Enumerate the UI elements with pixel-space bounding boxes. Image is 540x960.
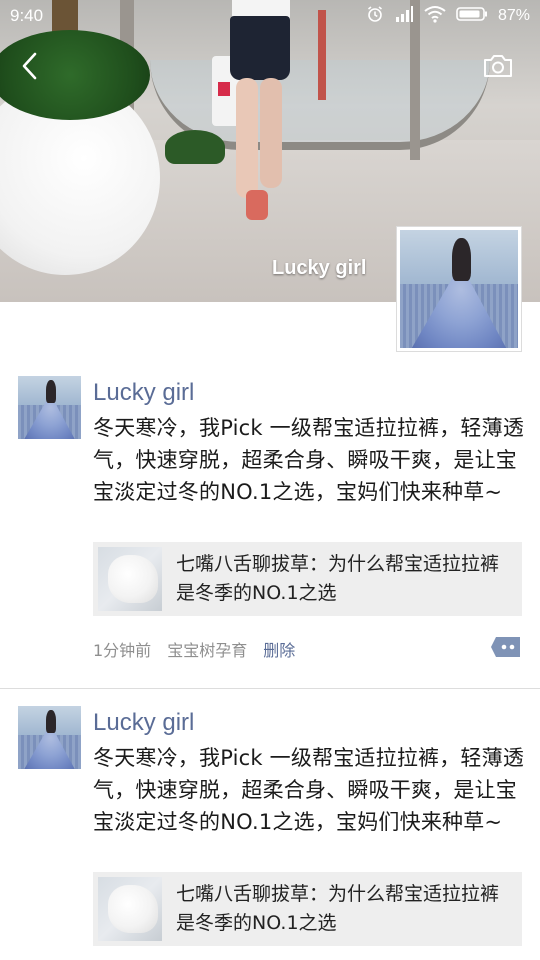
camera-button[interactable] [478,48,518,88]
status-bar: 9:40 87% [0,0,540,32]
post-text: 冬天寒冷，我Pick 一级帮宝适拉拉裤，轻薄透气，快速穿脱，超柔合身、瞬吸干爽，… [93,746,525,834]
battery-icon [456,6,488,26]
alarm-icon [366,5,384,27]
avatar-image [400,230,518,348]
shared-link-card[interactable]: 七嘴八舌聊拔草：为什么帮宝适拉拉裤是冬季的NO.1之选 [93,872,522,946]
cover-person [220,0,300,230]
post-divider [0,688,540,689]
post-author[interactable]: Lucky girl [93,708,194,738]
link-thumbnail [98,877,162,941]
post-meta: 1分钟前 宝宝树孕育 删除 [93,640,295,662]
profile-name: Lucky girl [272,257,367,279]
post-text: 冬天寒冷，我Pick 一级帮宝适拉拉裤，轻薄透气，快速穿脱，超柔合身、瞬吸干爽，… [93,416,525,504]
post-avatar[interactable] [18,376,81,439]
comment-dots-icon [490,636,522,662]
back-button[interactable] [10,48,50,88]
link-title: 七嘴八舌聊拔草：为什么帮宝适拉拉裤是冬季的NO.1之选 [176,883,500,934]
status-time: 9:40 [10,6,44,25]
post-avatar[interactable] [18,706,81,769]
link-thumbnail [98,547,162,611]
chevron-left-icon [20,51,40,85]
wifi-icon [424,5,446,27]
delete-link[interactable]: 删除 [263,640,295,662]
post-time: 1分钟前 [93,641,152,660]
hd-signal-icon [394,5,414,27]
profile-avatar[interactable] [396,226,522,352]
link-title: 七嘴八舌聊拔草：为什么帮宝适拉拉裤是冬季的NO.1之选 [176,553,500,604]
camera-icon [482,53,514,83]
battery-percent: 87% [497,7,530,24]
comment-button[interactable] [490,637,522,661]
post-source[interactable]: 宝宝树孕育 [167,640,247,662]
shared-link-card[interactable]: 七嘴八舌聊拔草：为什么帮宝适拉拉裤是冬季的NO.1之选 [93,542,522,616]
cover-shrub [165,130,225,164]
post-author[interactable]: Lucky girl [93,378,194,408]
